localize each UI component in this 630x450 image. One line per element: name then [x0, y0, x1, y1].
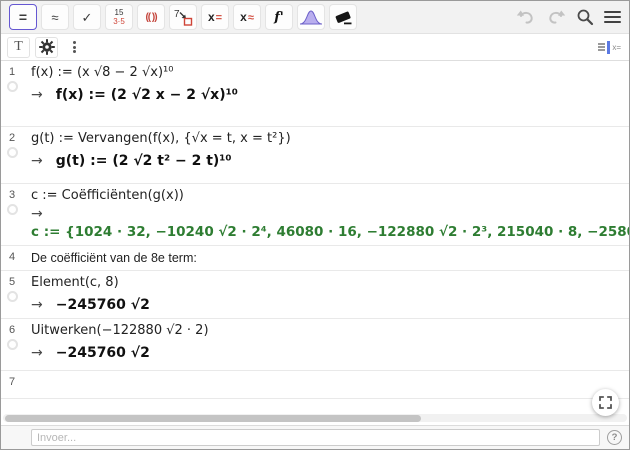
menu-button[interactable] — [604, 8, 621, 26]
row-number: 6 — [8, 324, 16, 336]
solve-button[interactable]: x = — [201, 4, 229, 30]
cas-row-2: 2 g(t) := Vervangen(f(x), {√x = t, x = t… — [1, 127, 629, 184]
equals-icon: = — [18, 9, 28, 25]
svg-text:7: 7 — [174, 9, 180, 20]
solve-numerically-button[interactable]: x ≈ — [233, 4, 261, 30]
redo-button[interactable] — [546, 9, 566, 25]
output-arrow-icon: → — [31, 87, 43, 103]
visibility-toggle[interactable] — [6, 204, 18, 215]
style-bar-tools: T — [7, 36, 86, 58]
factor-icon: 15 — [114, 7, 124, 17]
cas-output[interactable]: −245760 √2 — [56, 297, 150, 313]
cas-blank-area — [1, 399, 629, 411]
factor-button[interactable]: 15 3·5 — [105, 4, 133, 30]
style-bar: T x= — [1, 34, 629, 61]
delete-button[interactable] — [329, 4, 357, 30]
horizontal-scrollbar — [1, 411, 629, 425]
expand-button[interactable]: (( )) — [137, 4, 165, 30]
output-arrow-icon: → — [31, 345, 43, 361]
cas-row-6: 6 Uitwerken(−122880 √2 · 2) → −245760 √2 — [1, 319, 629, 371]
cas-row-5: 5 Element(c, 8) → −245760 √2 — [1, 271, 629, 319]
cas-output[interactable]: g(t) := (2 √2 t² − 2 t)¹⁰ — [56, 153, 232, 169]
cursor-bar-icon — [607, 40, 611, 54]
redo-icon — [549, 10, 566, 24]
checkmark-icon: ✓ — [81, 9, 93, 25]
visibility-toggle[interactable] — [6, 81, 18, 92]
output-arrow-icon: → — [31, 153, 43, 169]
text-icon: T — [14, 39, 23, 54]
cas-input[interactable]: f(x) := (x √8 − 2 √x)¹⁰ — [31, 65, 625, 80]
row-number: 7 — [8, 376, 16, 388]
derivative-button[interactable]: f' — [265, 4, 293, 30]
cas-row-7: 7 — [1, 371, 629, 399]
visibility-toggle[interactable] — [6, 339, 18, 350]
algebra-style-label: x= — [612, 42, 621, 52]
solve-icon: x = — [207, 10, 223, 24]
substitute-button[interactable]: 7 — [169, 4, 197, 30]
fullscreen-icon — [599, 396, 612, 409]
row-number: 2 — [8, 132, 16, 144]
row-number: 1 — [8, 66, 16, 78]
scrollbar-thumb[interactable] — [5, 414, 421, 422]
question-icon: ? — [611, 432, 618, 443]
kebab-icon — [73, 40, 76, 55]
evaluate-button[interactable]: = — [9, 4, 37, 30]
search-icon — [577, 9, 594, 26]
sort-lines-icon — [598, 42, 606, 53]
eraser-icon — [335, 11, 352, 24]
text-tool-button[interactable]: T — [7, 36, 30, 58]
algebra-style-button[interactable]: x= — [596, 39, 623, 56]
geogebra-cas-window: = ≈ ✓ 15 3·5 (( )) 7 x = x ≈ f' T x= 1 f… — [0, 0, 630, 450]
scrollbar-track[interactable] — [3, 414, 627, 422]
help-button[interactable]: ? — [607, 430, 622, 445]
undo-button[interactable] — [516, 9, 536, 25]
nsolve-icon: x ≈ — [240, 10, 254, 24]
row-number: 5 — [8, 276, 16, 288]
command-input[interactable] — [31, 429, 600, 446]
cas-output[interactable]: f(x) := (2 √2 x − 2 √x)¹⁰ — [56, 87, 238, 103]
window-actions — [516, 8, 621, 26]
gear-icon — [38, 39, 55, 55]
numeric-button[interactable]: ≈ — [41, 4, 69, 30]
expand-icon: (( )) — [145, 11, 157, 23]
output-arrow-icon: → — [31, 206, 43, 222]
hamburger-icon — [604, 8, 621, 26]
cas-input[interactable]: c := Coëfficiënten(g(x)) — [31, 188, 625, 203]
row-number: 4 — [8, 251, 16, 263]
normal-curve-icon — [299, 10, 323, 25]
cas-view: 1 f(x) := (x √8 − 2 √x)¹⁰ → f(x) := (2 √… — [1, 61, 629, 411]
row-number: 3 — [8, 189, 16, 201]
settings-button[interactable] — [35, 36, 58, 58]
output-arrow-icon: → — [31, 297, 43, 313]
approx-icon: ≈ — [51, 9, 59, 25]
cas-row-4: 4 De coëfficiënt van de 8e term: — [1, 246, 629, 271]
cas-output[interactable]: −245760 √2 — [56, 345, 150, 361]
cas-text-cell[interactable]: De coëfficiënt van de 8e term: — [31, 250, 625, 265]
cas-toolbar: = ≈ ✓ 15 3·5 (( )) 7 x = x ≈ f' — [1, 1, 629, 34]
probability-button[interactable] — [297, 4, 325, 30]
keep-input-button[interactable]: ✓ — [73, 4, 101, 30]
fullscreen-button[interactable] — [592, 389, 619, 416]
more-options-button[interactable] — [63, 36, 86, 58]
input-bar: ? — [1, 425, 629, 449]
cas-input[interactable]: g(t) := Vervangen(f(x), {√x = t, x = t²}… — [31, 131, 625, 146]
cas-row-1: 1 f(x) := (x √8 − 2 √x)¹⁰ → f(x) := (2 √… — [1, 61, 629, 127]
cas-tool-group: = ≈ ✓ 15 3·5 (( )) 7 x = x ≈ f' — [9, 4, 357, 30]
cas-empty-input[interactable] — [23, 371, 629, 398]
derivative-icon: f' — [274, 9, 284, 25]
cas-input[interactable]: Element(c, 8) — [31, 275, 625, 290]
visibility-toggle[interactable] — [6, 291, 18, 302]
undo-icon — [516, 10, 533, 24]
cas-output[interactable]: c := {1024 · 32, −10240 √2 · 2⁴, 46080 ·… — [31, 224, 629, 240]
search-button[interactable] — [576, 8, 594, 26]
visibility-toggle[interactable] — [6, 147, 18, 158]
cas-row-3: 3 c := Coëfficiënten(g(x)) → c := {1024 … — [1, 184, 629, 246]
cas-input[interactable]: Uitwerken(−122880 √2 · 2) — [31, 323, 625, 338]
substitute-icon: 7 — [174, 9, 193, 26]
